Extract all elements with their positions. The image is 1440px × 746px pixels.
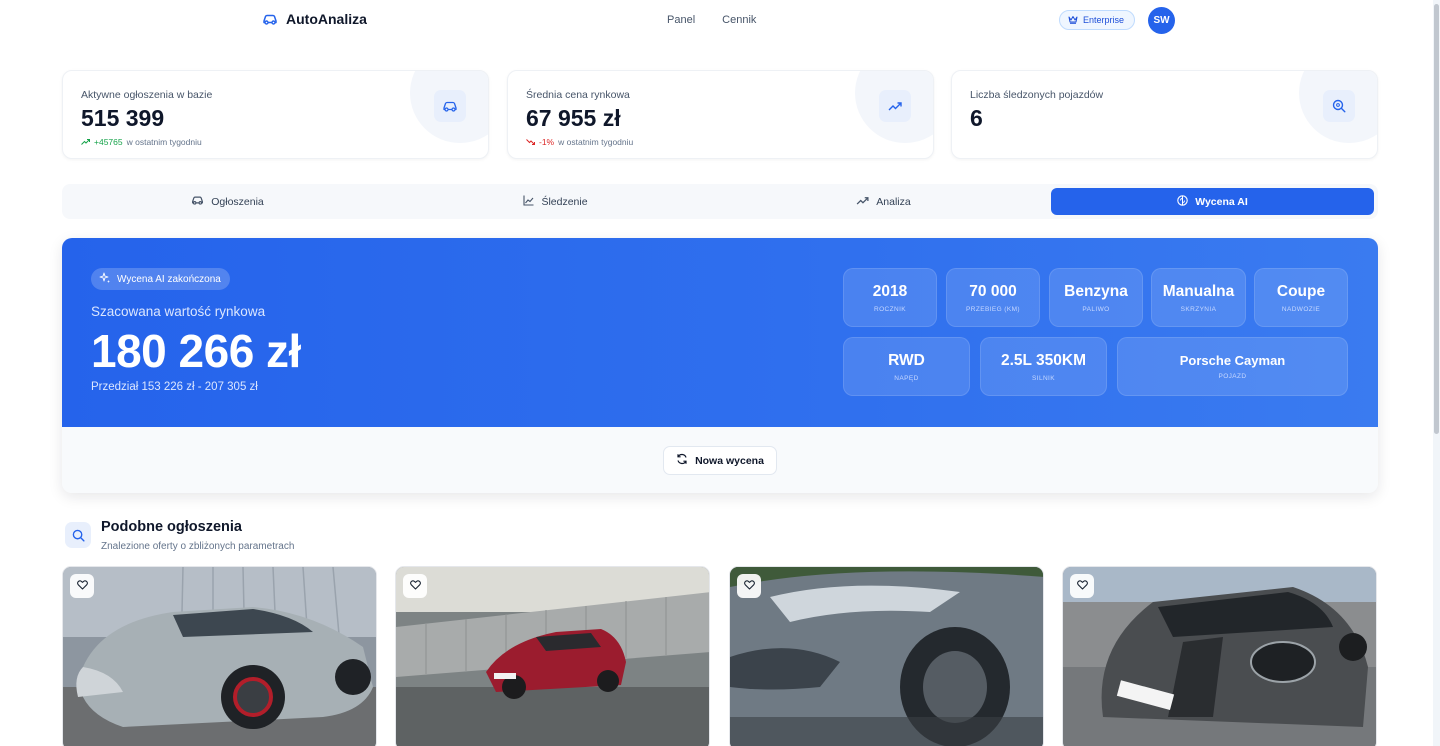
avatar[interactable]: SW bbox=[1148, 7, 1175, 34]
plan-badge[interactable]: Enterprise bbox=[1059, 10, 1136, 30]
tab-analiza[interactable]: Analiza bbox=[722, 188, 1045, 215]
stat-delta: +45765 w ostatnim tygodniu bbox=[81, 137, 202, 147]
spec-label: PALIWO bbox=[1082, 305, 1110, 313]
stat-delta-value: -1% bbox=[539, 137, 555, 147]
spec-label: SKRZYNIA bbox=[1180, 305, 1217, 313]
search-icon bbox=[1323, 90, 1355, 122]
plan-badge-label: Enterprise bbox=[1083, 15, 1125, 25]
heart-icon bbox=[76, 577, 88, 595]
spec-value: Coupe bbox=[1276, 282, 1326, 300]
stat-delta-suffix: w ostatnim tygodniu bbox=[558, 137, 634, 147]
line-chart-icon bbox=[523, 195, 534, 209]
stat-label: Średnia cena rynkowa bbox=[526, 89, 630, 101]
spec-gearbox: Manualna SKRZYNIA bbox=[1151, 268, 1246, 327]
stat-card-average-price: Średnia cena rynkowa 67 955 zł -1% w ost… bbox=[507, 70, 934, 159]
listing-card[interactable] bbox=[395, 566, 710, 746]
tab-label: Wycena AI bbox=[1195, 195, 1248, 208]
section-subtitle: Znalezione oferty o zbliżonych parametra… bbox=[101, 541, 295, 552]
grey-porsche-cayman-front-photo bbox=[63, 567, 376, 746]
valuation-panel: Wycena AI zakończona Szacowana wartość r… bbox=[62, 238, 1378, 493]
stat-value: 6 bbox=[970, 105, 983, 131]
spec-drive: RWD NAPĘD bbox=[843, 337, 970, 396]
stat-value: 515 399 bbox=[81, 105, 165, 131]
spec-year: 2018 ROCZNIK bbox=[843, 268, 937, 327]
spec-label: NAPĘD bbox=[894, 374, 919, 382]
listing-card[interactable] bbox=[1062, 566, 1377, 746]
spec-label: ROCZNIK bbox=[873, 305, 907, 313]
spec-label: POJAZD bbox=[1218, 373, 1247, 380]
red-porsche-cayman-photo bbox=[396, 567, 709, 746]
car-icon bbox=[262, 13, 278, 25]
heart-icon bbox=[409, 577, 421, 595]
brand[interactable]: AutoAnaliza bbox=[262, 11, 367, 27]
trend-down-icon bbox=[526, 137, 535, 147]
crown-icon bbox=[1068, 15, 1078, 26]
stat-label: Liczba śledzonych pojazdów bbox=[970, 89, 1104, 101]
nav-panel[interactable]: Panel bbox=[667, 14, 695, 26]
spec-engine: 2.5L 350KM SILNIK bbox=[980, 337, 1107, 396]
spec-label: SILNIK bbox=[1032, 374, 1055, 382]
tab-label: Ogłoszenia bbox=[211, 195, 264, 208]
valuation-range: Przedział 153 226 zł - 207 305 zł bbox=[91, 381, 258, 393]
status-badge: Wycena AI zakończona bbox=[91, 268, 230, 290]
favorite-button[interactable] bbox=[70, 574, 94, 598]
spec-value: 70 000 bbox=[969, 282, 1017, 300]
section-title: Podobne ogłoszenia bbox=[101, 519, 242, 535]
tab-label: Analiza bbox=[876, 195, 911, 208]
refresh-icon bbox=[676, 453, 688, 468]
brand-name: AutoAnaliza bbox=[286, 11, 367, 27]
favorite-button[interactable] bbox=[403, 574, 427, 598]
search-icon bbox=[65, 522, 91, 548]
listing-card[interactable] bbox=[62, 566, 377, 746]
heart-icon bbox=[1076, 577, 1088, 595]
trend-up-icon bbox=[81, 137, 90, 147]
spec-vehicle: Porsche Cayman POJAZD bbox=[1117, 337, 1348, 396]
stat-delta-value: +45765 bbox=[94, 137, 123, 147]
spec-value: RWD bbox=[888, 351, 925, 369]
brain-icon bbox=[1177, 194, 1188, 209]
valuation-price: 180 266 zł bbox=[91, 325, 301, 377]
top-header: AutoAnaliza Panel Cennik Enterprise SW bbox=[0, 0, 1440, 40]
tab-wycena-ai[interactable]: Wycena AI bbox=[1051, 188, 1374, 215]
valuation-hero: Wycena AI zakończona Szacowana wartość r… bbox=[62, 238, 1378, 427]
favorite-button[interactable] bbox=[737, 574, 761, 598]
status-badge-label: Wycena AI zakończona bbox=[117, 273, 221, 285]
scrollbar-thumb[interactable] bbox=[1434, 4, 1439, 434]
spec-value: Benzyna bbox=[1064, 282, 1128, 300]
spec-mileage: 70 000 PRZEBIEG (KM) bbox=[946, 268, 1040, 327]
stat-delta: -1% w ostatnim tygodniu bbox=[526, 137, 633, 147]
spec-label: PRZEBIEG (KM) bbox=[966, 305, 1020, 313]
stat-card-active-listings: Aktywne ogłoszenia w bazie 515 399 +4576… bbox=[62, 70, 489, 159]
sparkles-icon bbox=[99, 272, 111, 287]
new-valuation-label: Nowa wycena bbox=[695, 454, 764, 467]
spec-body: Coupe NADWOZIE bbox=[1254, 268, 1348, 327]
favorite-button[interactable] bbox=[1070, 574, 1094, 598]
new-valuation-button[interactable]: Nowa wycena bbox=[663, 446, 777, 475]
trending-up-icon bbox=[879, 90, 911, 122]
tab-ogloszenia[interactable]: Ogłoszenia bbox=[66, 188, 389, 215]
main-nav: Panel Cennik bbox=[667, 14, 756, 26]
car-icon bbox=[434, 90, 466, 122]
dark-grey-porsche-cayman-photo bbox=[1063, 567, 1376, 746]
stat-delta-suffix: w ostatnim tygodniu bbox=[126, 137, 202, 147]
car-icon bbox=[191, 195, 204, 208]
grey-porsche-closeup-photo bbox=[730, 567, 1043, 746]
spec-label: NADWOZIE bbox=[1281, 305, 1321, 313]
tab-label: Śledzenie bbox=[541, 195, 588, 208]
trending-up-icon bbox=[856, 196, 869, 208]
spec-value: 2018 bbox=[872, 282, 908, 300]
stat-label: Aktywne ogłoszenia w bazie bbox=[81, 89, 213, 101]
spec-value: Manualna bbox=[1162, 282, 1235, 300]
spec-fuel: Benzyna PALIWO bbox=[1049, 268, 1143, 327]
listing-card[interactable] bbox=[729, 566, 1044, 746]
spec-value: Porsche Cayman bbox=[1179, 353, 1286, 368]
stat-card-tracked-vehicles: Liczba śledzonych pojazdów 6 bbox=[951, 70, 1378, 159]
heart-icon bbox=[743, 577, 755, 595]
nav-cennik[interactable]: Cennik bbox=[722, 14, 756, 26]
tab-sledzenie[interactable]: Śledzenie bbox=[394, 188, 717, 215]
tab-bar: Ogłoszenia Śledzenie Analiza Wycena AI bbox=[62, 184, 1378, 219]
stat-value: 67 955 zł bbox=[526, 105, 621, 131]
spec-value: 2.5L 350KM bbox=[1000, 351, 1086, 369]
valuation-subtitle: Szacowana wartość rynkowa bbox=[91, 304, 266, 319]
